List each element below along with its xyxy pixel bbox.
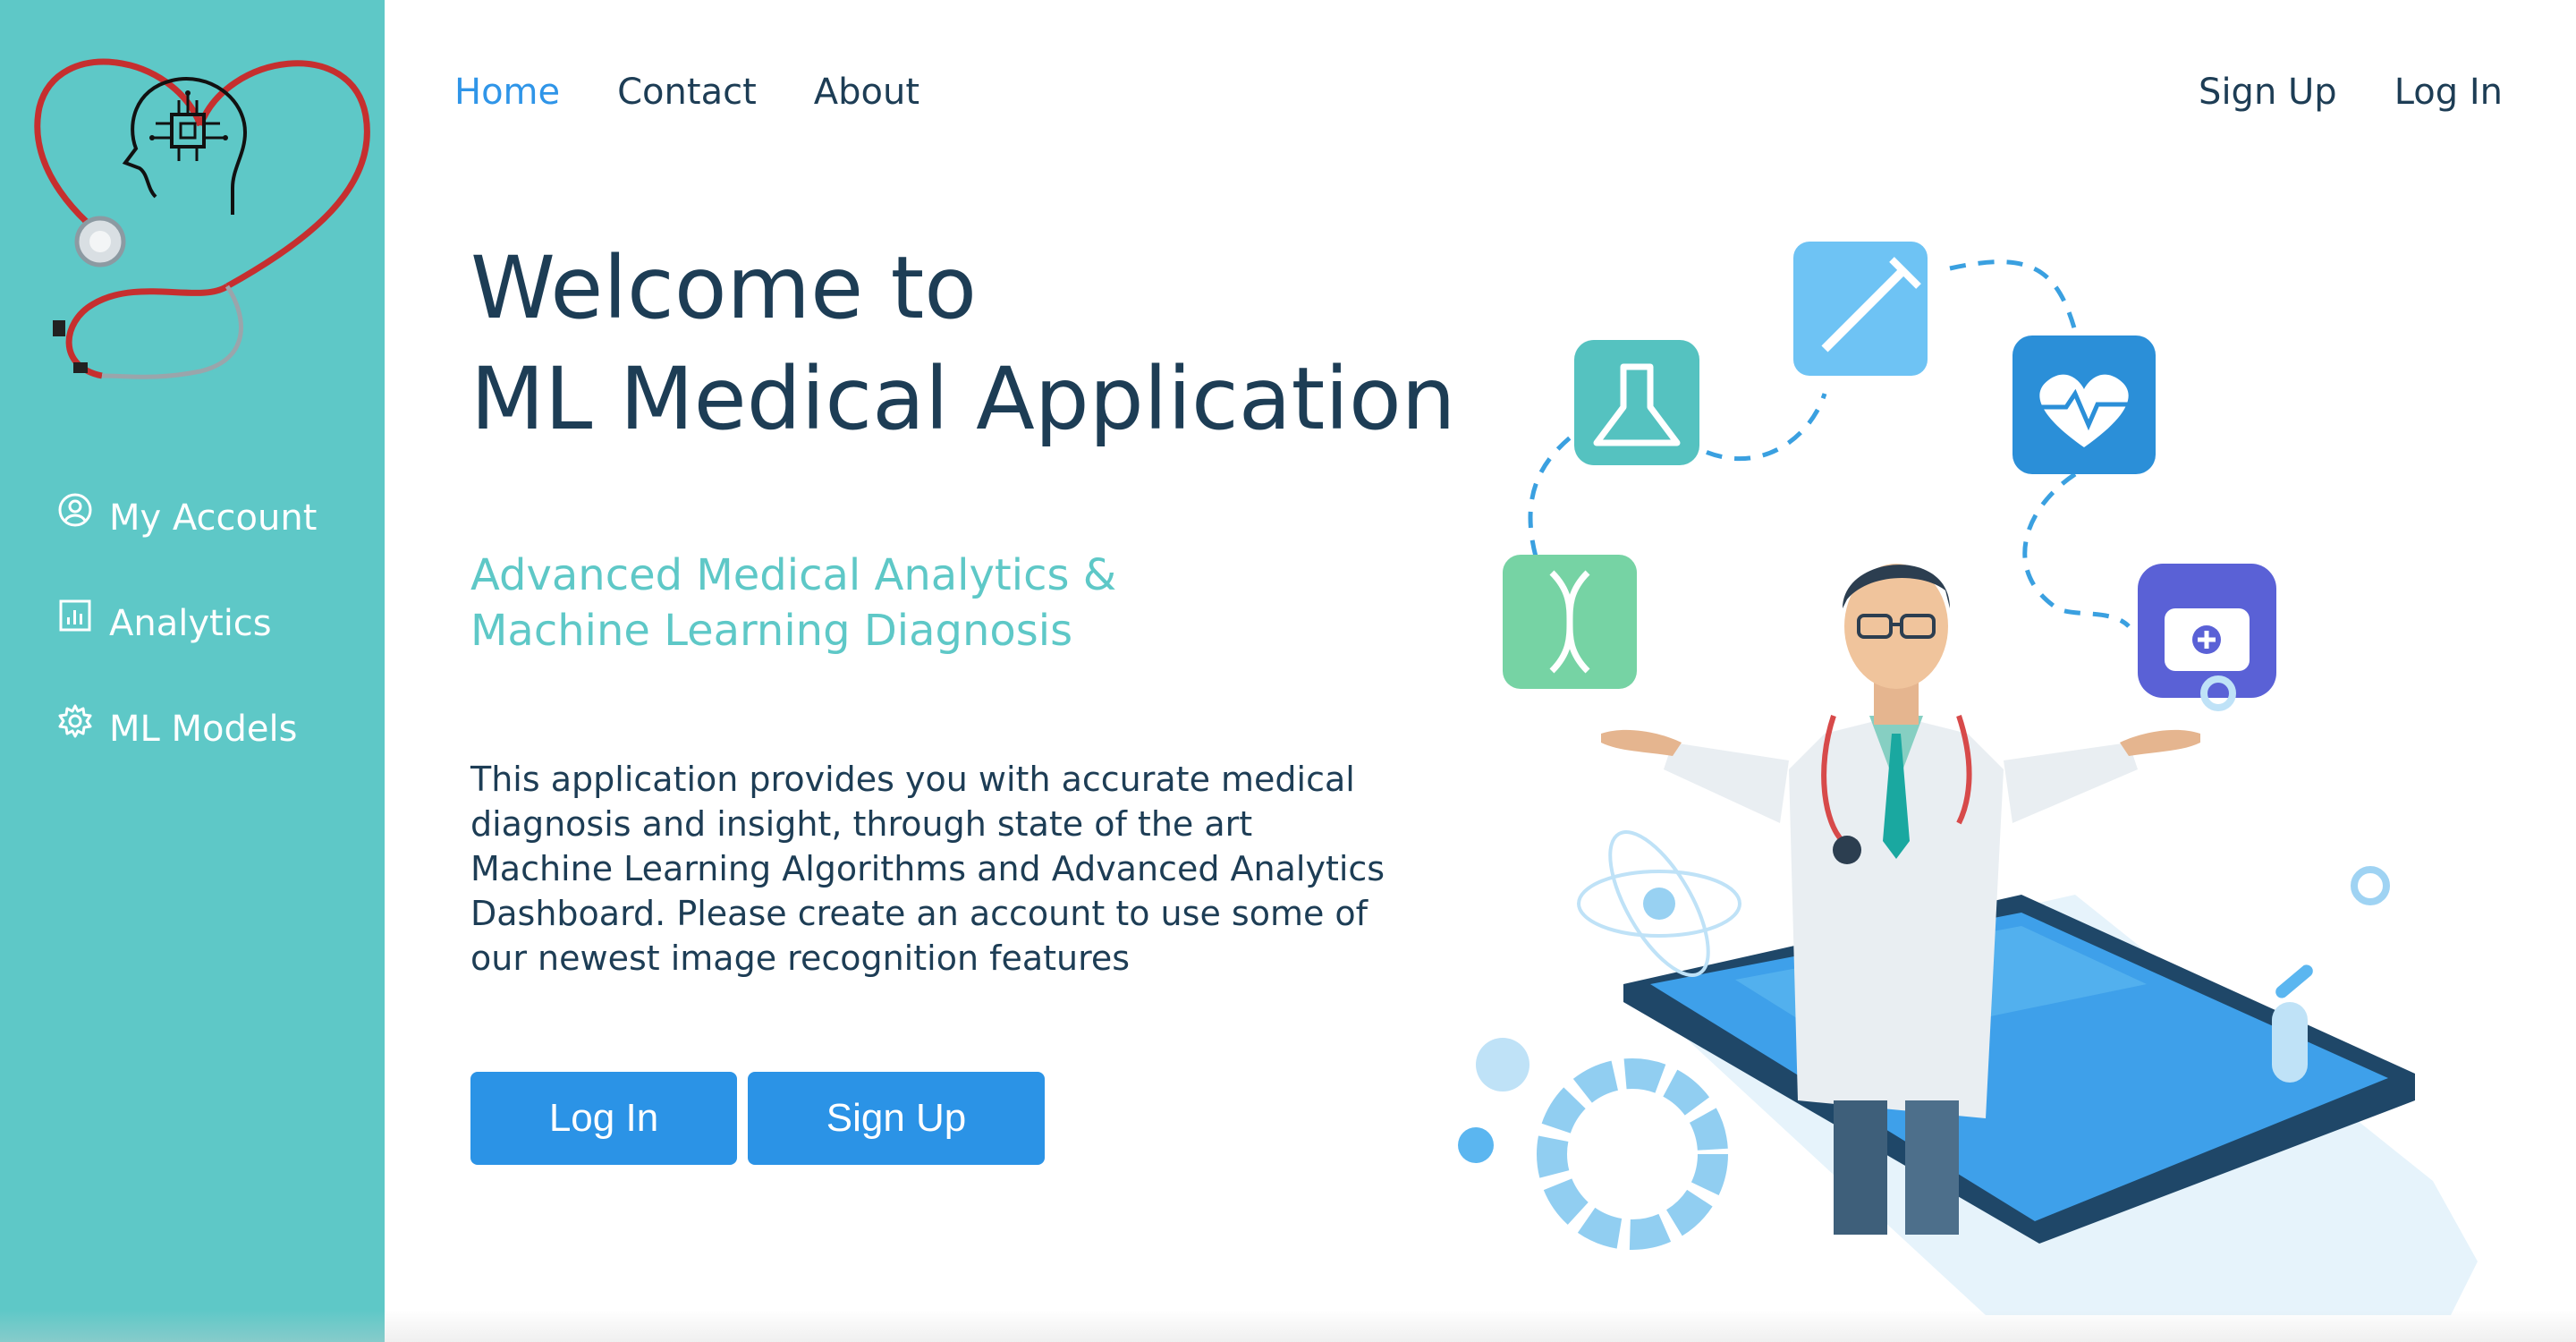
doctor-illustration [1458, 242, 2478, 1315]
sidebar-item-analytics[interactable]: Analytics [57, 571, 317, 676]
description-line: our newest image recognition features [470, 939, 1131, 978]
sidebar: My Account Analytics ML Models [0, 0, 385, 1342]
page-subtitle: Advanced Medical Analytics & Machine Lea… [470, 548, 1275, 658]
subtitle-line-2: Machine Learning Diagnosis [470, 606, 1073, 656]
page-title: Welcome to ML Medical Application [470, 233, 1544, 454]
description: This application provides you with accur… [470, 757, 1419, 981]
auth-nav: Sign Up Log In [2199, 72, 2503, 113]
sidebar-item-label: ML Models [109, 709, 298, 750]
syringe-tile [1793, 242, 1928, 376]
nav-login-link[interactable]: Log In [2394, 72, 2503, 113]
sidebar-item-ml-models[interactable]: ML Models [57, 676, 317, 782]
user-circle-icon [58, 493, 92, 527]
subtitle-line-1: Advanced Medical Analytics & [470, 550, 1117, 600]
bar-chart-icon [59, 599, 91, 632]
nav-about-link[interactable]: About [814, 72, 919, 113]
signup-button[interactable]: Sign Up [748, 1072, 1045, 1165]
description-line: Dashboard. Please create an account to u… [470, 894, 1368, 933]
gear-icon [58, 704, 92, 738]
title-line-2: ML Medical Application [470, 349, 1456, 449]
side-nav: My Account Analytics ML Models [57, 465, 317, 782]
sidebar-item-label: Analytics [109, 603, 272, 644]
heart-tile [2012, 336, 2156, 474]
login-button[interactable]: Log In [470, 1072, 737, 1165]
top-nav: Home Contact About [454, 72, 919, 113]
sidebar-item-my-account[interactable]: My Account [57, 465, 317, 571]
nav-contact-link[interactable]: Contact [617, 72, 757, 113]
description-line: Machine Learning Algorithms and Advanced… [470, 849, 1385, 888]
heart-stethoscope-logo [34, 58, 370, 379]
nav-signup-link[interactable]: Sign Up [2199, 72, 2337, 113]
title-line-1: Welcome to [470, 238, 978, 338]
sidebar-item-label: My Account [109, 497, 318, 539]
dna-tile [1503, 555, 1637, 689]
nav-home-link[interactable]: Home [454, 72, 560, 113]
bottom-shadow [0, 1310, 2576, 1342]
description-line: diagnosis and insight, through state of … [470, 804, 1253, 844]
description-line: This application provides you with accur… [470, 760, 1355, 799]
flask-tile [1574, 340, 1699, 465]
medical-kit-tile [2138, 564, 2276, 698]
